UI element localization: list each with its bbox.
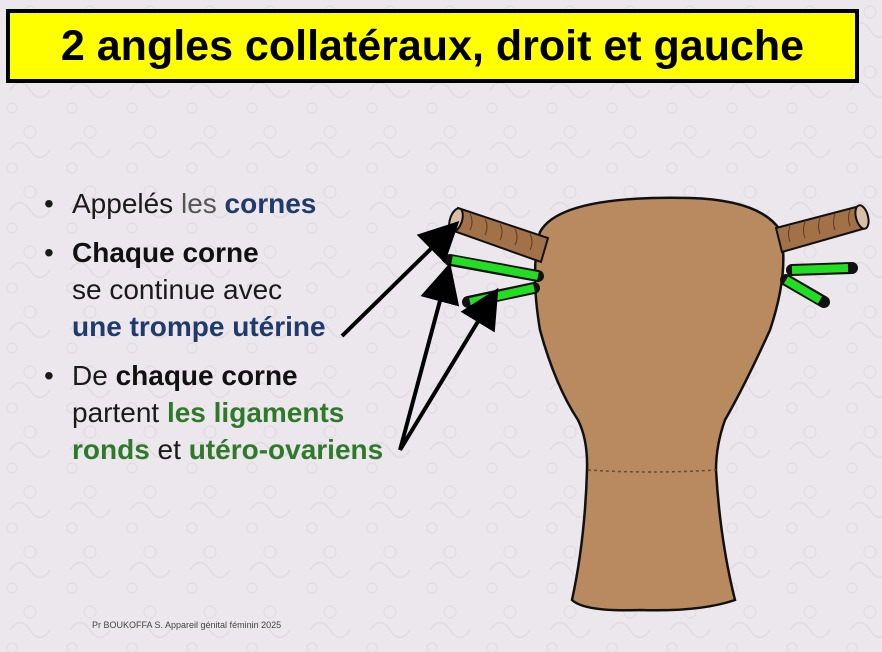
arrow-to-cornes [340, 220, 460, 338]
right-uterine-tube [774, 204, 870, 254]
left-utero-ovarian-ligament [462, 282, 540, 308]
uterus-body [533, 196, 785, 612]
arrow-to-utero-ovarian-ligament [398, 287, 499, 452]
right-round-ligament [786, 262, 858, 276]
left-round-ligament [444, 254, 544, 282]
arrow-to-round-ligament [398, 262, 460, 451]
slide-footer: Pr BOUKOFFA S. Appareil génital féminin … [92, 620, 282, 630]
left-uterine-tube [448, 206, 550, 264]
right-utero-ovarian-ligament [780, 274, 830, 308]
uterus-diagram [340, 196, 870, 612]
